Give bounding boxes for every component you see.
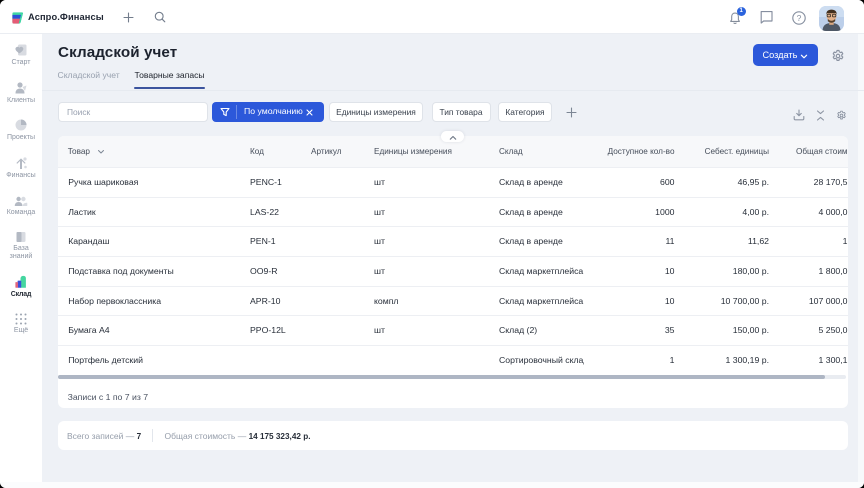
svg-text:?: ? [797, 12, 802, 22]
